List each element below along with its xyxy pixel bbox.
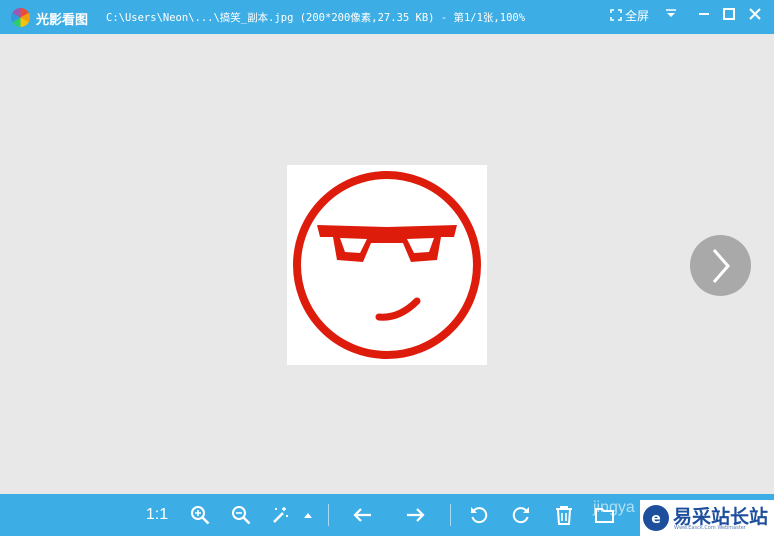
app-name: 光影看图 xyxy=(36,13,89,28)
zoom-out-button[interactable] xyxy=(229,502,253,528)
file-title: C:\Users\Neon\...\搞笑_副本.jpg (200*200像素,2… xyxy=(106,12,526,24)
delete-button[interactable] xyxy=(552,502,576,528)
previous-image-button[interactable] xyxy=(349,502,375,528)
actual-size-label: 1:1 xyxy=(145,506,169,523)
fullscreen-label: 全屏 xyxy=(625,8,650,23)
rotate-left-icon xyxy=(471,507,488,524)
zoom-in-icon xyxy=(191,506,210,525)
enhance-options-button[interactable] xyxy=(301,502,315,528)
maximize-button[interactable] xyxy=(718,3,740,25)
zoom-out-icon xyxy=(232,506,251,525)
actual-size-button[interactable]: 1:1 xyxy=(143,502,171,528)
site-logo-tagline: Www.Easck.Com Webmaster xyxy=(674,525,746,531)
close-button[interactable] xyxy=(744,3,766,25)
title-bar: 光影看图 C:\Users\Neon\...\搞笑_副本.jpg (200*20… xyxy=(0,0,774,34)
menu-button[interactable] xyxy=(660,3,682,25)
chevron-right-icon xyxy=(712,248,730,283)
site-logo: e 易采站长站 Www.Easck.Com Webmaster xyxy=(640,500,774,536)
site-logo-icon: e xyxy=(643,505,669,531)
minimize-button[interactable] xyxy=(693,3,715,25)
rotate-right-button[interactable] xyxy=(509,502,533,528)
maximize-icon xyxy=(723,8,735,20)
app-logo-icon xyxy=(11,8,30,27)
magic-wand-icon xyxy=(273,507,288,523)
arrow-right-icon xyxy=(407,508,425,522)
fullscreen-button[interactable]: 全屏 xyxy=(610,5,649,25)
watermark-text: jingya xyxy=(593,499,635,516)
next-image-button[interactable] xyxy=(690,235,751,296)
minimize-icon xyxy=(699,13,709,15)
zoom-in-button[interactable] xyxy=(188,502,212,528)
sunglasses-smiley-image xyxy=(293,171,481,359)
image-viewer xyxy=(0,34,774,494)
fullscreen-icon xyxy=(610,9,622,21)
displayed-image xyxy=(287,165,487,365)
arrow-left-icon xyxy=(353,508,371,522)
next-image-toolbar-button[interactable] xyxy=(403,502,429,528)
toolbar-separator xyxy=(328,504,329,526)
rotate-left-button[interactable] xyxy=(467,502,491,528)
trash-icon xyxy=(556,506,572,525)
auto-enhance-button[interactable] xyxy=(268,502,292,528)
caret-up-icon xyxy=(304,513,312,518)
menu-chevron-icon xyxy=(666,9,676,17)
svg-text:e: e xyxy=(651,511,661,527)
toolbar-separator xyxy=(450,504,451,526)
close-icon xyxy=(749,8,761,20)
rotate-right-icon xyxy=(512,507,529,524)
